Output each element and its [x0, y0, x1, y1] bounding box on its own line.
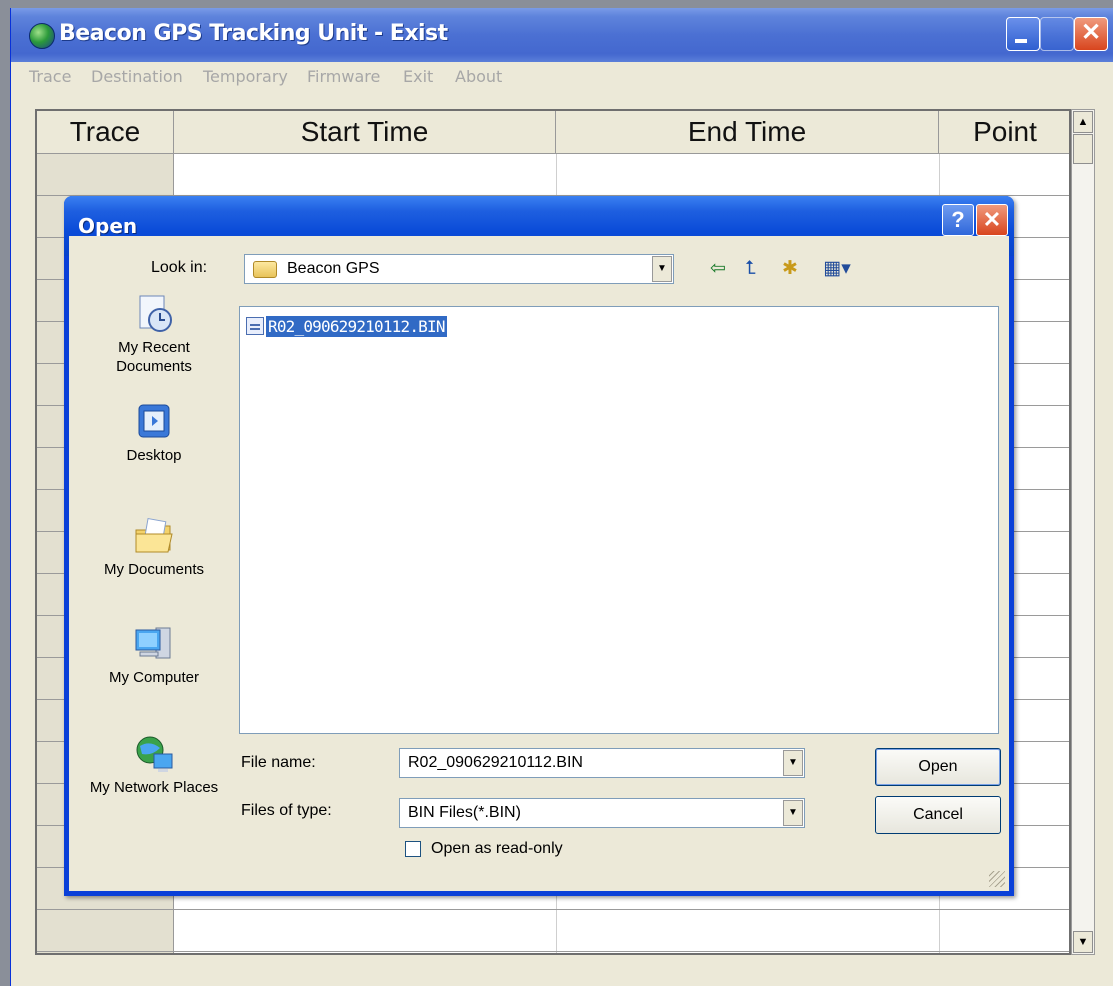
column-header-trace[interactable]: Trace [37, 111, 174, 153]
minimize-button[interactable] [1006, 17, 1040, 51]
chevron-down-icon[interactable]: ▼ [652, 256, 672, 282]
network-places-icon [136, 736, 173, 772]
window-title: Beacon GPS Tracking Unit - Exist [59, 21, 448, 46]
dialog-title: Open [78, 214, 138, 238]
open-button[interactable]: Open [875, 748, 1001, 786]
file-type-value: BIN Files(*.BIN) [408, 804, 521, 821]
place-my-recent-documents[interactable]: My Recent Documents [79, 294, 229, 376]
bin-file-icon [246, 317, 264, 335]
globe-icon [29, 23, 55, 49]
file-item[interactable]: R02_090629210112.BIN [246, 315, 447, 337]
grid-row-line [37, 909, 1069, 910]
dialog-close-button[interactable]: ✕ [976, 204, 1008, 236]
views-menu-icon[interactable]: ▦▾ [817, 256, 857, 282]
grid-row-line [37, 951, 1069, 952]
scroll-thumb[interactable] [1073, 134, 1093, 164]
column-header-point[interactable]: Point [939, 111, 1069, 153]
dialog-body: Look in: Beacon GPS ▼ ⇦ ⮤ ✱ ▦▾ My Recent… [69, 236, 1009, 891]
menu-exit[interactable]: Exit [403, 67, 433, 86]
menu-about[interactable]: About [455, 67, 502, 86]
place-label: My Recent Documents [116, 339, 192, 375]
new-folder-icon[interactable]: ✱ [775, 256, 805, 282]
file-list[interactable]: R02_090629210112.BIN [239, 306, 999, 734]
open-dialog: Open ? ✕ Look in: Beacon GPS ▼ ⇦ ⮤ ✱ ▦▾ … [64, 196, 1014, 896]
menu-trace[interactable]: Trace [29, 67, 71, 86]
file-name-label: File name: [241, 754, 316, 771]
file-type-label: Files of type: [241, 802, 332, 819]
file-type-dropdown[interactable]: BIN Files(*.BIN) ▼ [399, 798, 805, 828]
read-only-checkbox[interactable] [405, 841, 421, 857]
menu-bar: Trace Destination Temporary Firmware Exi… [11, 62, 1113, 92]
recent-documents-icon [139, 295, 172, 332]
back-arrow-icon[interactable]: ⇦ [705, 256, 731, 282]
menu-destination[interactable]: Destination [91, 67, 183, 86]
places-bar: My Recent Documents Desktop My Documents [79, 294, 229, 854]
place-desktop[interactable]: Desktop [79, 402, 229, 465]
place-my-network-places[interactable]: My Network Places [79, 734, 229, 797]
file-item-name: R02_090629210112.BIN [266, 315, 447, 337]
look-in-dropdown[interactable]: Beacon GPS ▼ [244, 254, 674, 284]
maximize-button[interactable] [1040, 17, 1074, 51]
desktop-icon [138, 404, 170, 438]
place-my-computer[interactable]: My Computer [79, 624, 229, 687]
my-computer-icon [135, 627, 171, 659]
menu-firmware[interactable]: Firmware [307, 67, 380, 86]
help-button[interactable]: ? [942, 204, 974, 236]
my-documents-icon [135, 518, 173, 553]
place-label: Desktop [126, 447, 182, 464]
up-folder-icon[interactable]: ⮤ [739, 256, 763, 282]
resize-grip-icon[interactable] [989, 871, 1005, 887]
vertical-scrollbar[interactable]: ▲ ▼ [1071, 109, 1095, 955]
read-only-label: Open as read-only [431, 840, 563, 857]
menu-temporary[interactable]: Temporary [203, 67, 288, 86]
scroll-up-button[interactable]: ▲ [1073, 111, 1093, 133]
place-label: My Network Places [89, 779, 219, 796]
column-header-start-time[interactable]: Start Time [174, 111, 556, 153]
chevron-down-icon[interactable]: ▼ [783, 750, 803, 776]
file-name-input[interactable]: R02_090629210112.BIN ▼ [399, 748, 805, 778]
close-button[interactable]: ✕ [1074, 17, 1108, 51]
place-my-documents[interactable]: My Documents [79, 516, 229, 579]
scroll-down-button[interactable]: ▼ [1073, 931, 1093, 953]
grid-header: Trace Start Time End Time Point [37, 111, 1069, 154]
look-in-label: Look in: [151, 259, 208, 276]
look-in-value: Beacon GPS [287, 260, 380, 277]
chevron-down-icon[interactable]: ▼ [783, 800, 803, 826]
column-header-end-time[interactable]: End Time [556, 111, 939, 153]
file-name-value: R02_090629210112.BIN [408, 754, 583, 771]
place-label: My Computer [108, 669, 200, 686]
folder-icon [253, 261, 277, 278]
cancel-button[interactable]: Cancel [875, 796, 1001, 834]
place-label: My Documents [103, 561, 205, 578]
title-bar[interactable]: Beacon GPS Tracking Unit - Exist ✕ [11, 8, 1113, 62]
